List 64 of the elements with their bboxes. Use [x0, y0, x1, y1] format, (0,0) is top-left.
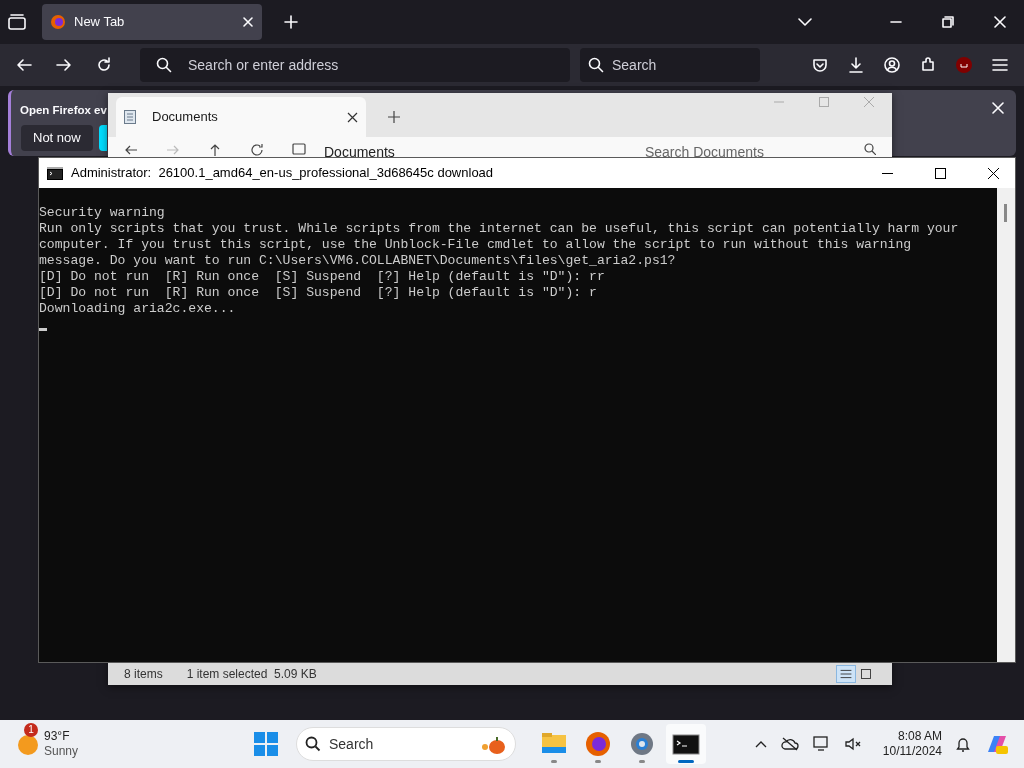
item-count: 8 items	[124, 666, 163, 683]
search-field[interactable]: Search	[580, 48, 760, 82]
mute-icon[interactable]	[844, 737, 861, 751]
clock-time[interactable]: 8:08 AM	[897, 729, 942, 744]
window-title: Administrator: 26100.1_amd64_en-us_professional_3d68645c download	[71, 164, 495, 183]
shield-icon[interactable]	[956, 57, 972, 73]
back-icon[interactable]	[16, 58, 32, 72]
breadcrumb[interactable]: Documents	[324, 143, 395, 157]
back-icon[interactable]	[124, 143, 138, 157]
notification-text: Open Firefox ev	[20, 103, 107, 118]
temperature: 93°F	[44, 729, 71, 744]
search-icon	[588, 57, 604, 73]
address-field[interactable]: Search or enter address	[140, 48, 570, 82]
close-icon[interactable]	[988, 167, 999, 179]
console-line: Run only scripts that you trust. While scripts from the internet can be useful, this script can potentially harm your	[39, 221, 960, 237]
up-icon[interactable]	[208, 143, 222, 157]
reload-icon[interactable]	[96, 57, 112, 73]
search-icon	[305, 736, 321, 752]
maximize-icon[interactable]	[935, 167, 946, 179]
tab-list-icon[interactable]	[8, 14, 26, 30]
console-line: message. Do you want to run C:\Users\VM6.COLLABNET\Documents\files\get_aria2.ps1?	[39, 253, 677, 269]
taskbar-app[interactable]	[666, 724, 706, 764]
restore-icon[interactable]	[942, 16, 954, 28]
browser-logo-icon	[50, 14, 66, 30]
console-icon	[47, 166, 63, 180]
notification-badge: 1	[24, 723, 38, 737]
pocket-icon[interactable]	[812, 57, 828, 73]
scrollbar[interactable]	[997, 188, 1015, 662]
gear-icon	[628, 730, 656, 758]
browser-icon	[584, 730, 612, 758]
search-icon	[156, 57, 172, 73]
search-field[interactable]: Search	[296, 727, 516, 761]
chevron-down-icon[interactable]	[798, 17, 812, 27]
close-icon[interactable]	[347, 111, 358, 123]
selection-info: 1 item selected 5.09 KB	[186, 666, 317, 683]
action-button[interactable]	[99, 125, 107, 151]
console-line: computer. If you trust this script, use the Unblock-File cmdlet to allow the script to run without this warning	[39, 237, 913, 253]
network-icon[interactable]	[812, 736, 831, 752]
not-now-button[interactable]: Not now	[21, 125, 93, 151]
console-line: [D] Do not run [R] Run once [S] Suspend [?] Help (default is "D"): r	[39, 285, 598, 301]
text-cursor	[39, 328, 47, 331]
bell-icon[interactable]	[956, 736, 970, 752]
search-icon	[864, 143, 876, 155]
console-line: [D] Do not run [R] Run once [S] Suspend [?] Help (default is "D"): rr	[39, 269, 606, 285]
account-icon[interactable]	[884, 57, 900, 73]
chevron-up-icon[interactable]	[754, 740, 767, 748]
search-field[interactable]: Search Documents	[644, 143, 764, 157]
cloud-icon[interactable]	[780, 737, 799, 751]
download-icon[interactable]	[848, 57, 864, 73]
menu-icon[interactable]	[992, 58, 1008, 72]
document-icon	[124, 110, 136, 124]
console-line: Security warning	[39, 205, 166, 221]
sun-icon[interactable]	[16, 732, 40, 756]
forward-icon[interactable]	[56, 58, 72, 72]
monitor-icon	[292, 143, 306, 157]
clock-date[interactable]: 10/11/2024	[882, 744, 942, 759]
explorer-tab[interactable]: Documents	[116, 97, 366, 137]
weather-condition: Sunny	[44, 744, 79, 759]
refresh-icon[interactable]	[250, 143, 264, 157]
start-icon[interactable]	[254, 732, 278, 756]
extensions-icon[interactable]	[920, 57, 936, 73]
details-view-button[interactable]	[836, 665, 856, 683]
console-line: Downloading aria2c.exe...	[39, 301, 237, 317]
browser-tab[interactable]: New Tab	[42, 4, 262, 40]
